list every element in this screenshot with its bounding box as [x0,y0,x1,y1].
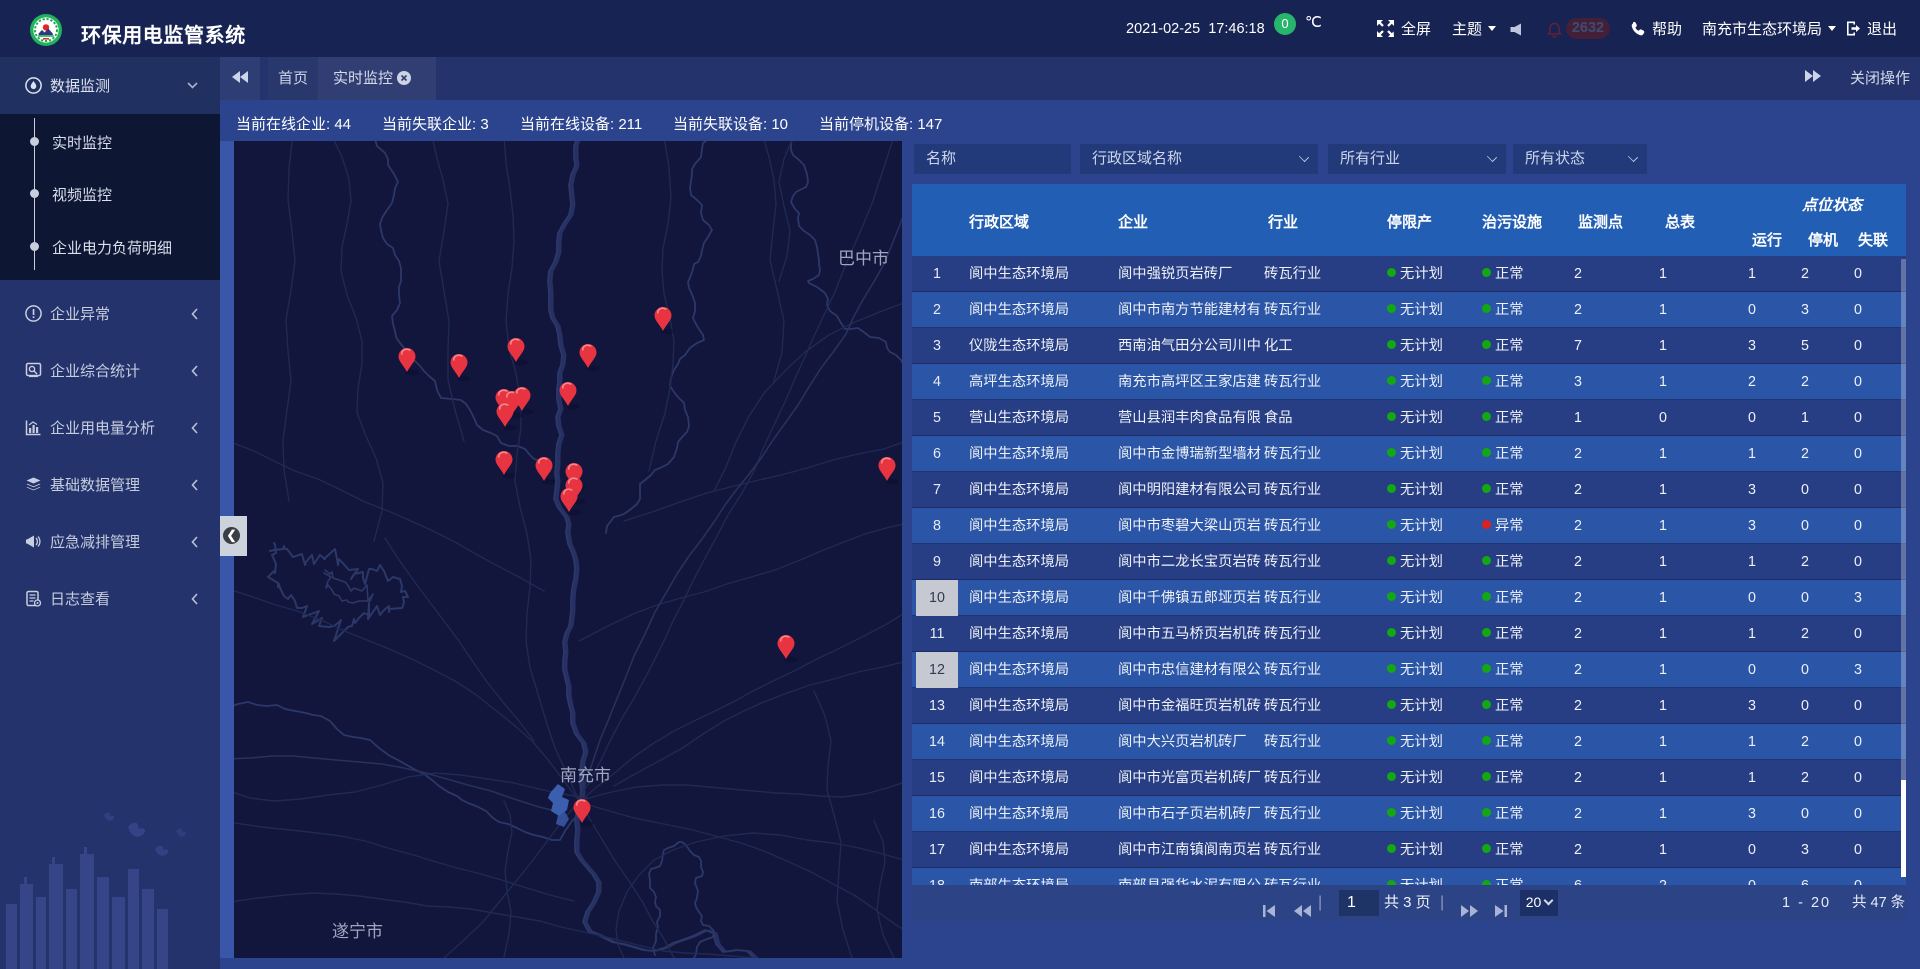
svg-text:巴中市: 巴中市 [838,249,889,268]
svg-text:南充市: 南充市 [560,766,611,785]
svg-text:遂宁市: 遂宁市 [332,922,383,941]
